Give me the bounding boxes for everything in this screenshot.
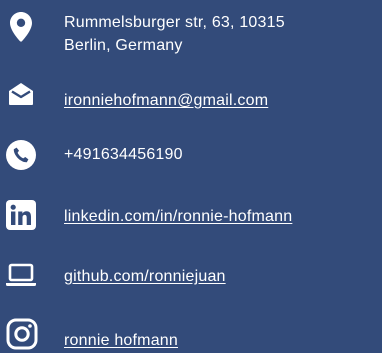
github-link[interactable]: github.com/ronniejuan (64, 266, 226, 288)
instagram-row: ronnie hofmann (0, 318, 382, 352)
linkedin-row: linkedin.com/in/ronnie-hofmann (0, 200, 382, 234)
phone-icon (6, 140, 36, 170)
laptop-icon (5, 262, 37, 288)
phone-row: +491634456190 (0, 140, 382, 174)
location-pin-icon (8, 12, 34, 42)
email-row: ironniehofmann@gmail.com (0, 80, 382, 120)
address-line-2: Berlin, Germany (64, 37, 183, 54)
instagram-icon (6, 318, 38, 350)
linkedin-icon (6, 200, 36, 230)
address-row: Rummelsburger str, 63, 10315 Berlin, Ger… (0, 0, 382, 70)
github-row: github.com/ronniejuan (0, 262, 382, 296)
address-line-1: Rummelsburger str, 63, 10315 (64, 14, 285, 31)
envelope-icon (8, 82, 34, 106)
instagram-link[interactable]: ronnie hofmann (64, 330, 178, 352)
email-link[interactable]: ironniehofmann@gmail.com (64, 90, 268, 112)
linkedin-link[interactable]: linkedin.com/in/ronnie-hofmann (64, 206, 292, 228)
phone-number: +491634456190 (64, 146, 183, 163)
